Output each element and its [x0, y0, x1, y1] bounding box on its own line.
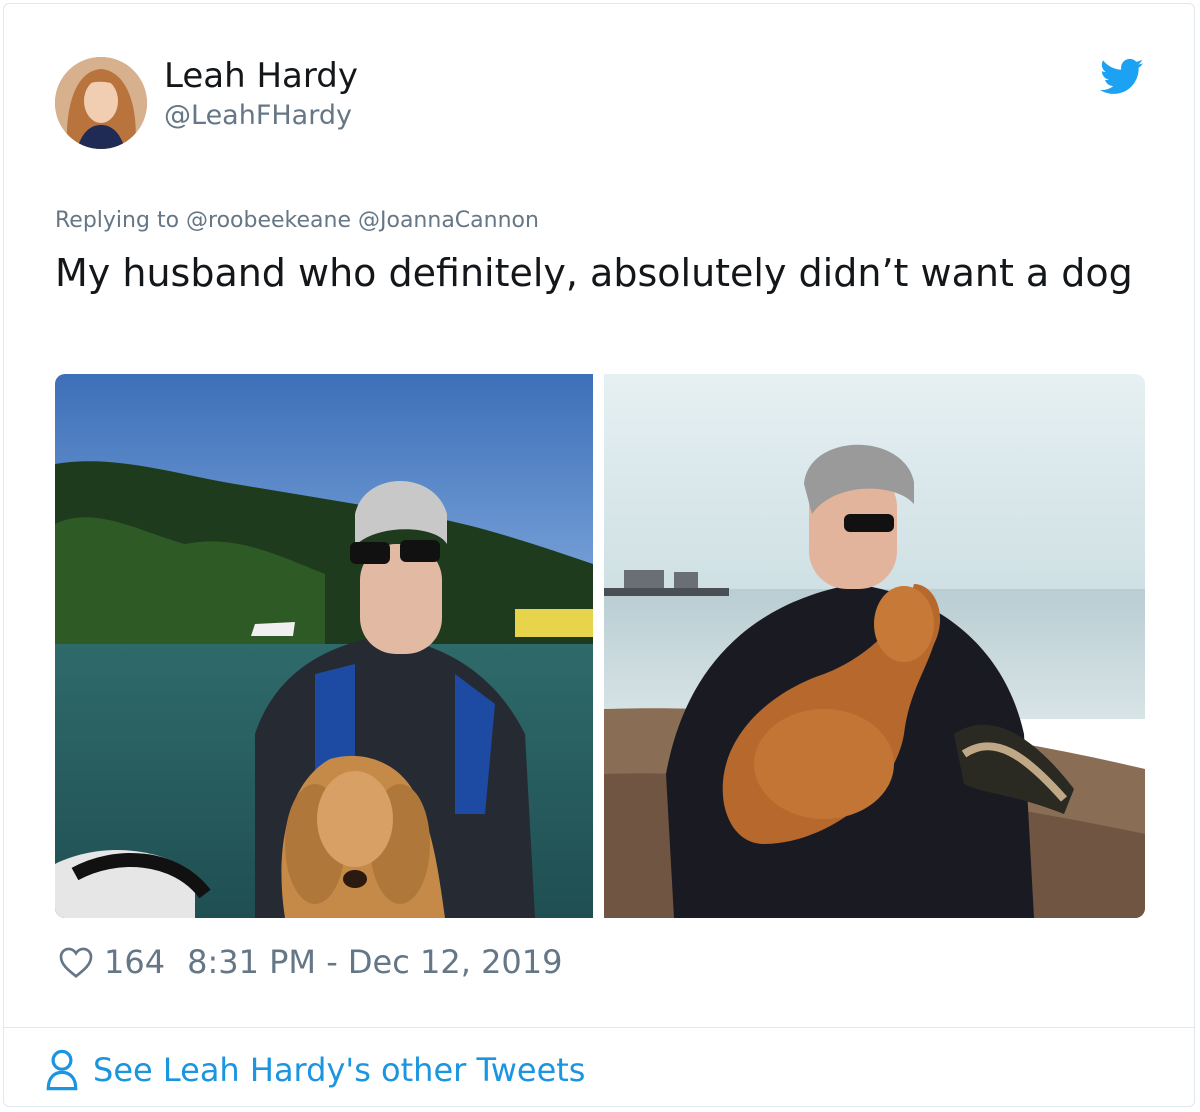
see-other-tweets-label: See Leah Hardy's other Tweets — [93, 1051, 586, 1089]
photo-boat-dog[interactable] — [55, 374, 593, 918]
tweet-footer: 164 8:31 PM - Dec 12, 2019 — [58, 942, 563, 982]
twitter-bird-icon[interactable] — [1100, 58, 1144, 96]
reply-context: Replying to @roobeekeane @JoannaCannon — [55, 206, 539, 236]
mention-link[interactable]: @roobeekeane — [186, 208, 351, 233]
author-name[interactable]: Leah Hardy — [164, 56, 358, 96]
see-other-tweets-link[interactable]: See Leah Hardy's other Tweets — [45, 1048, 585, 1092]
mention-link[interactable]: @JoannaCannon — [358, 208, 539, 233]
like-count[interactable]: 164 — [104, 942, 165, 982]
author-handle[interactable]: @LeahFHardy — [164, 100, 352, 132]
divider — [3, 1027, 1195, 1028]
tweet-text: My husband who definitely, absolutely di… — [55, 251, 1133, 295]
photo-beach-dog[interactable] — [604, 374, 1145, 918]
heart-icon[interactable] — [58, 945, 94, 979]
reply-prefix: Replying to — [55, 208, 180, 233]
person-icon — [46, 1049, 78, 1091]
tweet-timestamp[interactable]: 8:31 PM - Dec 12, 2019 — [187, 942, 562, 982]
avatar[interactable] — [55, 57, 147, 149]
